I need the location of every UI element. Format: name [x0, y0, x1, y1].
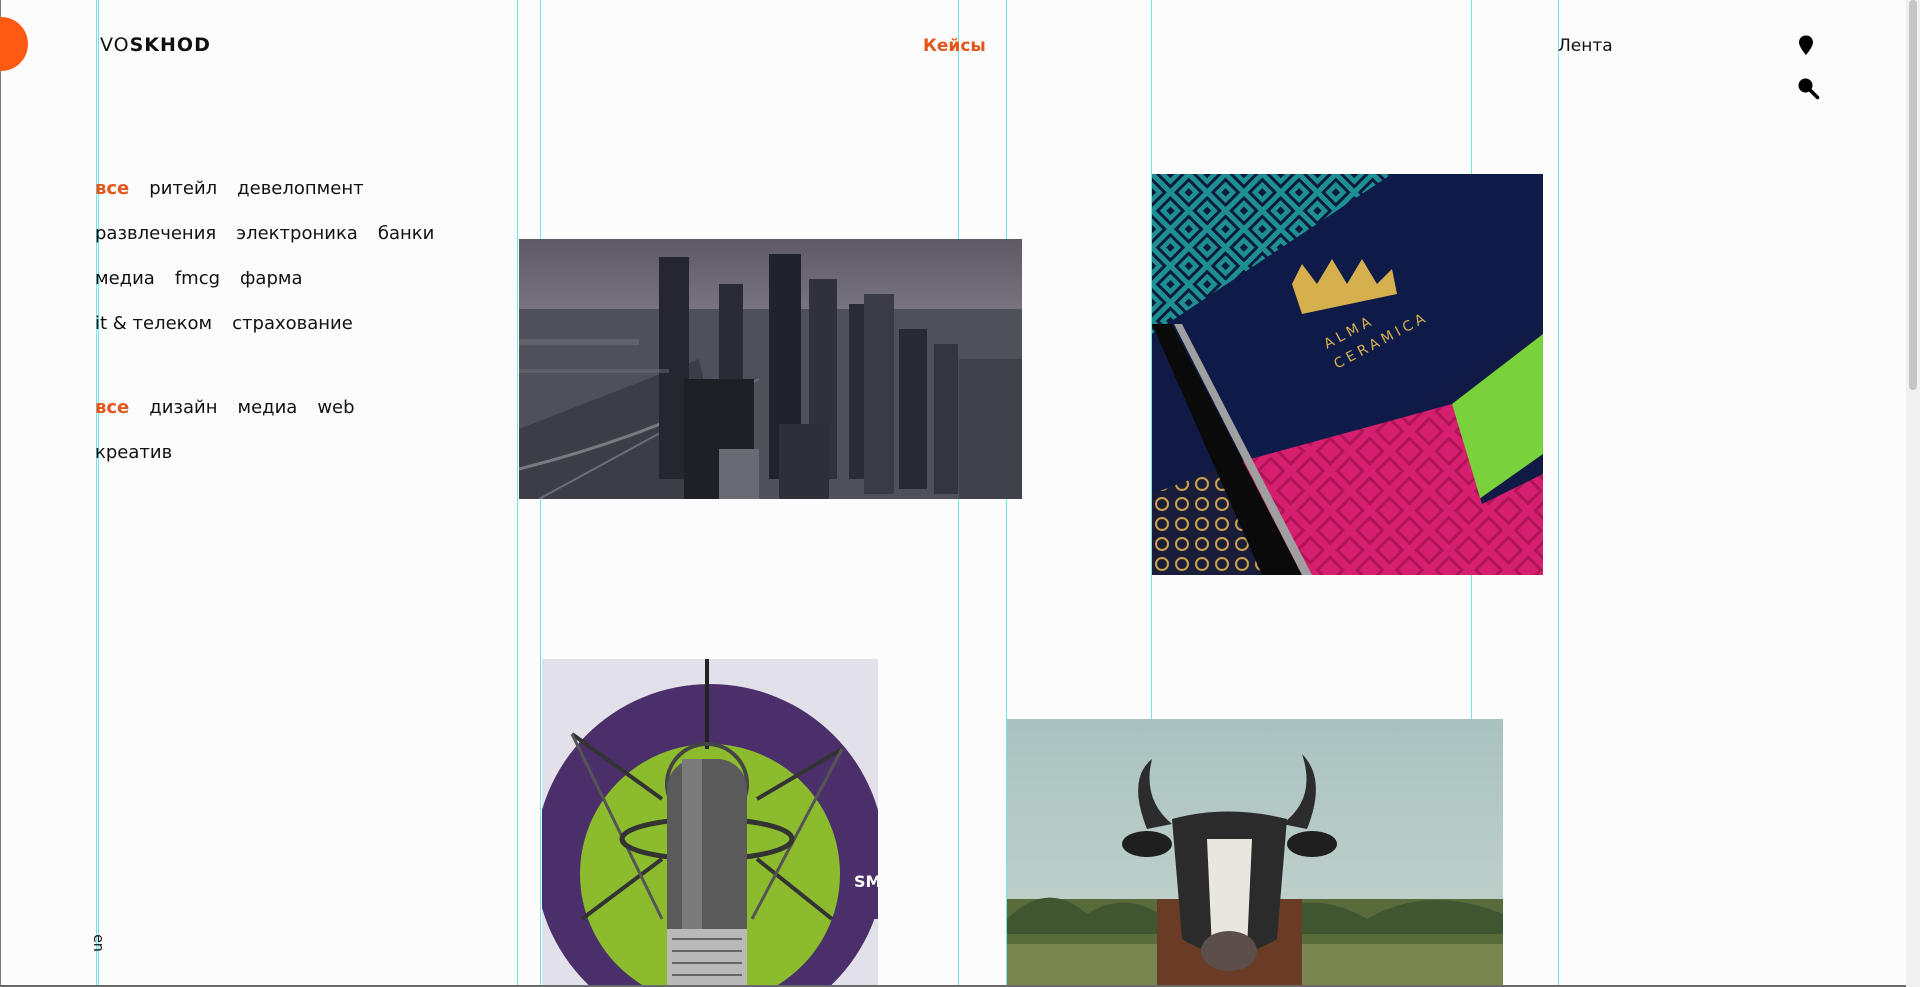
filter-discipline-web[interactable]: web	[317, 397, 354, 418]
orange-circle-decor	[0, 17, 28, 71]
filters-panel: все ритейл девелопмент развлечения элект…	[95, 178, 435, 463]
filter-industry-retail[interactable]: ритейл	[149, 178, 217, 199]
scrollbar-thumb[interactable]	[1909, 0, 1917, 390]
filter-discipline-design[interactable]: дизайн	[149, 397, 217, 418]
filter-industry-all[interactable]: все	[95, 178, 129, 199]
filter-industry-entertainment[interactable]: развлечения	[95, 223, 216, 244]
filter-industry-pharma[interactable]: фарма	[240, 268, 302, 289]
microphone-image: SM	[542, 659, 878, 987]
nav-feed-link[interactable]: Лента	[1558, 36, 1613, 56]
discipline-filters: все дизайн медиа web креатив	[95, 397, 395, 463]
filter-industry-development[interactable]: девелопмент	[237, 178, 363, 199]
page: VOSKHOD Кейсы Лента все ритейл девелопме…	[0, 0, 1920, 987]
filter-industry-it-telecom[interactable]: it & телеком	[95, 313, 212, 334]
mic-partial-text: SM	[854, 872, 878, 891]
guide-line	[1558, 0, 1559, 987]
filter-industry-banks[interactable]: банки	[378, 223, 434, 244]
guide-line	[96, 0, 97, 987]
industry-filters: все ритейл девелопмент развлечения элект…	[95, 178, 435, 334]
alma-ceramica-image: ALMA CERAMICA	[1152, 174, 1543, 575]
filter-industry-media[interactable]: медиа	[95, 268, 155, 289]
logo-bold: SKHOD	[129, 34, 211, 56]
left-border	[0, 0, 1, 987]
case-card-cow[interactable]	[1007, 719, 1503, 987]
filter-discipline-all[interactable]: все	[95, 397, 129, 418]
map-pin-icon[interactable]	[1794, 34, 1818, 58]
case-card-microphone[interactable]: SM	[542, 659, 878, 987]
filter-discipline-media[interactable]: медиа	[238, 397, 298, 418]
nav-cases-link[interactable]: Кейсы	[923, 36, 986, 56]
logo-thin: VO	[100, 34, 130, 56]
search-icon[interactable]	[1796, 76, 1820, 100]
filter-industry-insurance[interactable]: страхование	[232, 313, 353, 334]
cow-image	[1007, 719, 1503, 987]
guide-line	[517, 0, 518, 987]
case-card-alma-ceramica[interactable]: ALMA CERAMICA	[1152, 174, 1543, 575]
guide-line	[98, 0, 99, 987]
city-skyline-image	[519, 239, 1022, 499]
page-scrollbar[interactable]	[1906, 0, 1920, 987]
filter-discipline-creative[interactable]: креатив	[95, 442, 172, 463]
filter-industry-electronics[interactable]: электроника	[236, 223, 358, 244]
logo[interactable]: VOSKHOD	[100, 34, 211, 56]
language-switch[interactable]: en	[90, 934, 106, 952]
filter-industry-fmcg[interactable]: fmcg	[175, 268, 220, 289]
case-card-city[interactable]	[519, 239, 1022, 499]
